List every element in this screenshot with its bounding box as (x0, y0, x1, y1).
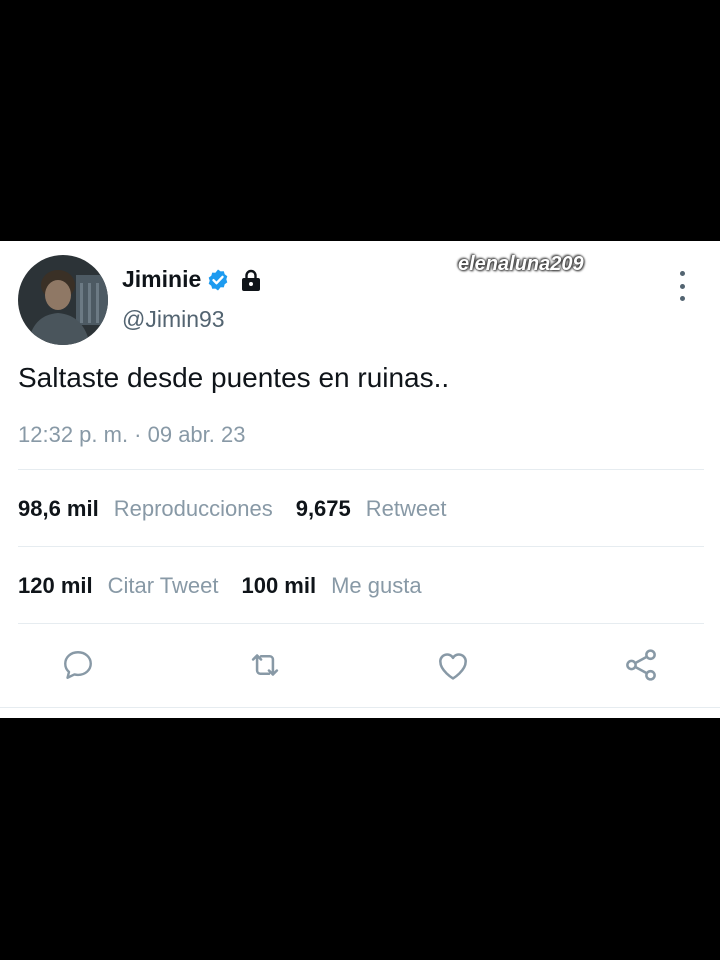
retweet-icon[interactable] (245, 645, 285, 685)
reply-icon[interactable] (58, 645, 98, 685)
tweet-text: Saltaste desde puentes en ruinas.. (18, 362, 450, 393)
likes-label[interactable]: Me gusta (331, 573, 422, 599)
tweet-timestamp[interactable]: 12:32 p. m. · 09 abr. 23 (18, 422, 245, 448)
tweet-card: Jiminie @Jimin93 elenaluna209 Saltaste d… (0, 241, 720, 718)
avatar[interactable] (18, 255, 108, 345)
stats-row-1: 98,6 mil Reproducciones 9,675 Retweet (18, 496, 469, 522)
stats-row-2: 120 mil Citar Tweet 100 mil Me gusta (18, 573, 445, 599)
user-name[interactable]: Jiminie (122, 266, 201, 293)
divider (0, 707, 720, 708)
user-name-row: Jiminie (122, 266, 263, 293)
verified-badge-icon (208, 269, 228, 290)
quotes-label[interactable]: Citar Tweet (108, 573, 219, 599)
like-icon[interactable] (433, 645, 473, 685)
lock-icon (242, 269, 261, 291)
user-handle[interactable]: @Jimin93 (122, 306, 225, 333)
likes-count: 100 mil (241, 573, 317, 598)
retweets-count: 9,675 (295, 496, 351, 521)
views-count: 98,6 mil (18, 496, 99, 521)
quotes-count: 120 mil (18, 573, 93, 598)
share-icon[interactable] (621, 645, 661, 685)
divider (18, 623, 704, 624)
watermark-text: elenaluna209 (458, 253, 584, 275)
divider (18, 546, 704, 547)
retweets-label[interactable]: Retweet (366, 496, 447, 522)
views-label[interactable]: Reproducciones (114, 496, 273, 522)
more-options-icon[interactable] (672, 271, 692, 301)
divider (18, 469, 704, 470)
action-bar (0, 645, 720, 685)
